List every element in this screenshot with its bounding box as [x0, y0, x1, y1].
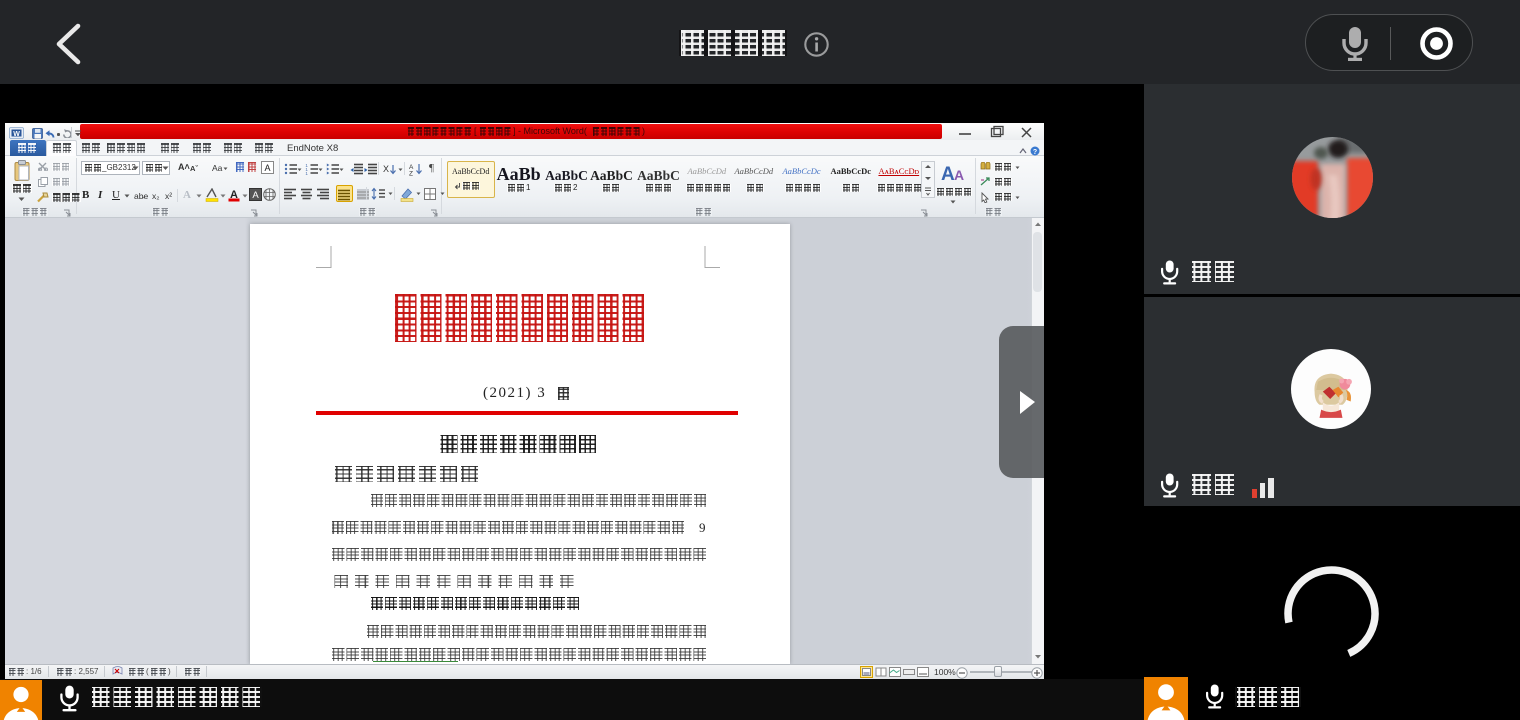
- svg-text:?: ?: [1033, 149, 1037, 156]
- svg-text:A: A: [954, 167, 964, 183]
- svg-text:Z: Z: [409, 171, 413, 177]
- svg-text:A: A: [264, 163, 270, 173]
- svg-text:W: W: [13, 131, 20, 138]
- svg-text:A: A: [941, 164, 955, 183]
- svg-text:X: X: [383, 164, 389, 174]
- svg-text:1: 1: [305, 171, 308, 176]
- svg-text:A: A: [252, 190, 259, 201]
